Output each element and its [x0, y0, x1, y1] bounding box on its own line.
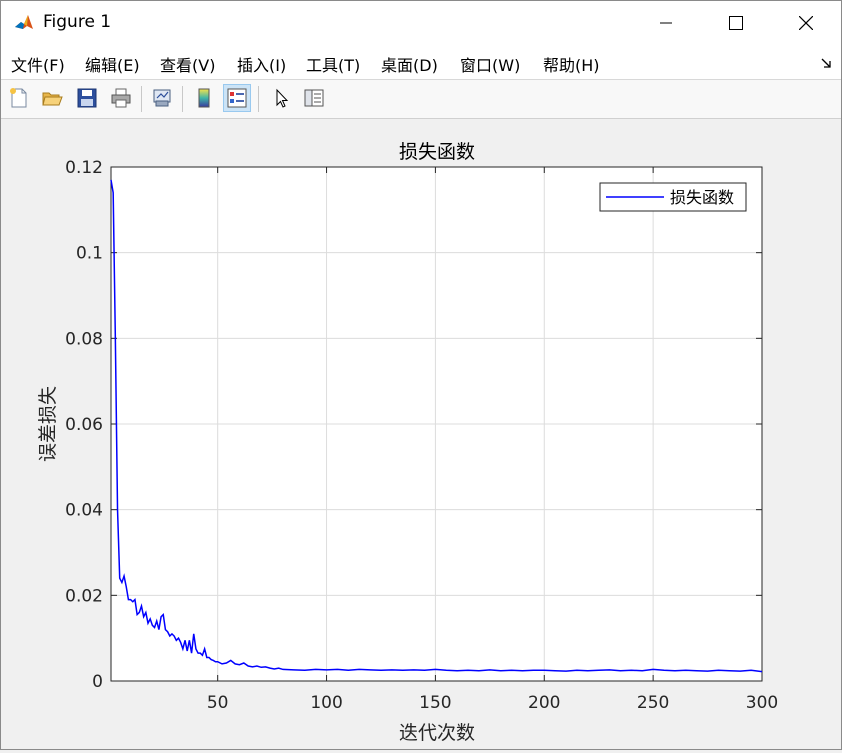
y-axis-label: 误差损失: [37, 386, 59, 462]
x-tick-label: 150: [419, 693, 451, 713]
x-tick-label: 250: [637, 693, 669, 713]
insert-colorbar-icon: [198, 88, 210, 108]
menu-help[interactable]: 帮助(H): [543, 52, 600, 76]
y-tick-label: 0.08: [65, 329, 103, 349]
new-figure-icon: [10, 88, 27, 108]
toolbar-separator: [141, 86, 142, 112]
link-plot-button[interactable]: [148, 84, 176, 112]
x-axis-label: 迭代次数: [399, 722, 475, 744]
figure-canvas: 50 100 150 200 250 300 0 0.02 0.04 0.06 0.08 0.1 0.1…: [2, 119, 840, 749]
insert-legend-button[interactable]: [223, 84, 251, 112]
new-figure-button[interactable]: [5, 84, 33, 112]
edit-plot-icon: [276, 88, 289, 108]
print-button[interactable]: [107, 84, 135, 112]
close-button[interactable]: [771, 1, 841, 45]
y-tick-label: 0.12: [65, 158, 103, 178]
edit-plot-button[interactable]: [267, 84, 295, 112]
maximize-button[interactable]: [701, 1, 771, 45]
open-file-button[interactable]: [38, 84, 66, 112]
link-plot-icon: [153, 89, 171, 107]
open-file-icon: [42, 92, 63, 106]
property-inspector-icon: [304, 89, 324, 107]
chart-title: 损失函数: [399, 141, 475, 163]
insert-colorbar-button[interactable]: [190, 84, 218, 112]
minimize-button[interactable]: [631, 1, 701, 45]
menu-view[interactable]: 查看(V): [160, 52, 215, 76]
x-tick-label: 100: [310, 693, 342, 713]
loss-chart[interactable]: 50 100 150 200 250 300 0 0.02 0.04 0.06 0.08 0.1 0.1…: [2, 119, 840, 749]
y-tick-label: 0.04: [65, 501, 103, 521]
x-tick-label: 50: [207, 693, 229, 713]
x-tick-label: 300: [746, 693, 778, 713]
figure-toolbar: [1, 80, 841, 119]
y-tick-label: 0.06: [65, 415, 103, 435]
save-icon: [77, 88, 97, 108]
matlab-logo-icon: [13, 12, 35, 34]
dock-figure-icon[interactable]: [821, 57, 833, 69]
menu-window[interactable]: 窗口(W): [460, 52, 520, 76]
save-button[interactable]: [73, 84, 101, 112]
menu-desktop[interactable]: 桌面(D): [381, 52, 438, 76]
figure-window: Figure 1 文件(F) 编辑(E) 查看(V) 插入(I) 工具(T) 桌…: [0, 0, 842, 750]
insert-legend-icon: [227, 88, 247, 108]
menu-bar: 文件(F) 编辑(E) 查看(V) 插入(I) 工具(T) 桌面(D) 窗口(W…: [1, 45, 841, 80]
x-tick-label: 200: [528, 693, 560, 713]
title-bar[interactable]: Figure 1: [1, 1, 841, 45]
maximize-icon: [729, 16, 743, 30]
legend[interactable]: 损失函数: [599, 182, 747, 212]
menu-tools[interactable]: 工具(T): [306, 52, 360, 76]
menu-edit[interactable]: 编辑(E): [85, 52, 140, 76]
y-tick-label: 0.1: [76, 244, 103, 264]
menu-insert[interactable]: 插入(I): [237, 52, 286, 76]
y-tick-label: 0.02: [65, 586, 103, 606]
property-inspector-button[interactable]: [300, 84, 328, 112]
window-title: Figure 1: [43, 12, 112, 32]
y-tick-label: 0: [92, 672, 103, 692]
close-icon: [799, 16, 813, 30]
menu-file[interactable]: 文件(F): [11, 52, 65, 76]
toolbar-separator: [182, 86, 183, 112]
legend-series-label: 损失函数: [670, 188, 734, 207]
print-icon: [111, 88, 131, 108]
minimize-icon: [660, 22, 672, 24]
toolbar-separator: [258, 86, 259, 112]
